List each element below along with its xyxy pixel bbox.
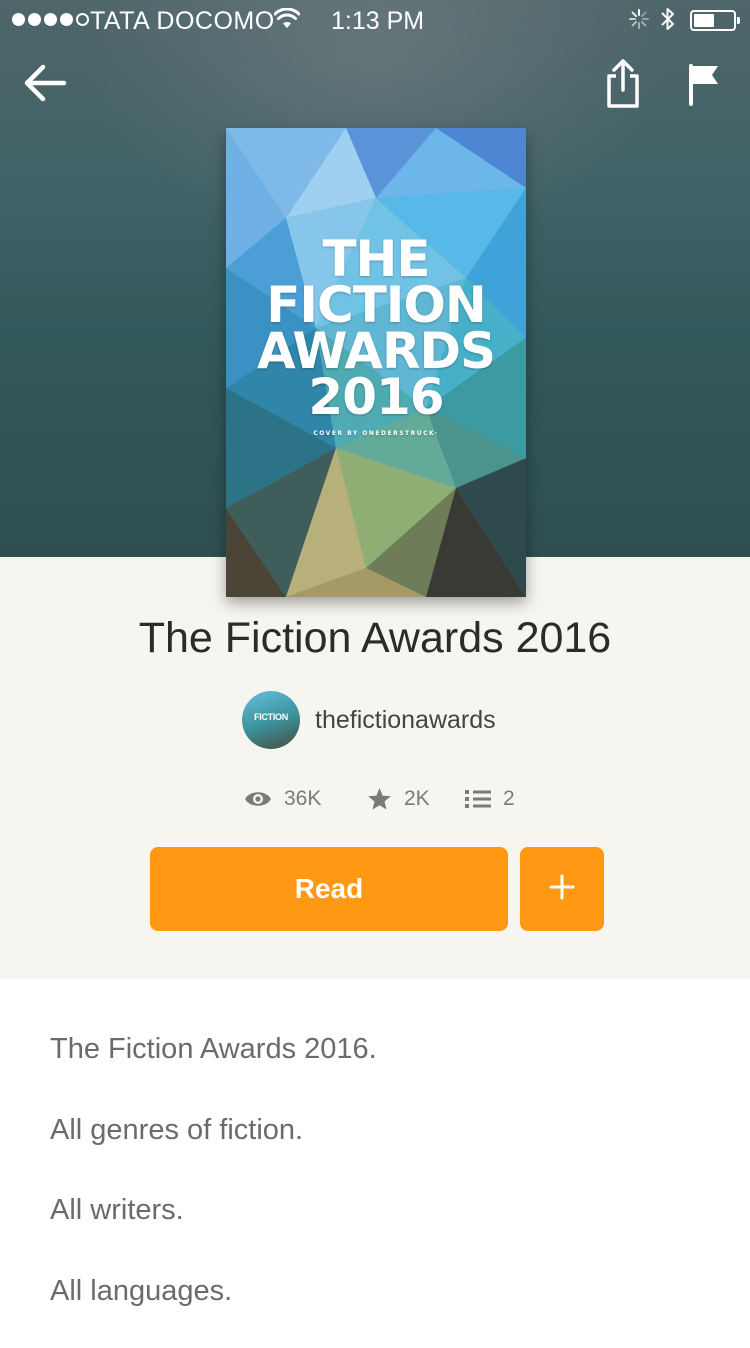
status-bar: TATA DOCOMO 1:13 PM [0, 0, 750, 40]
description-line: All genres of fiction. [50, 1107, 710, 1188]
bluetooth-icon [660, 6, 676, 39]
description-line: The Fiction Awards 2016. [50, 1026, 710, 1107]
cover-credit: COVER BY ONEDERSTRUCK- [226, 430, 526, 438]
story-description: The Fiction Awards 2016. All genres of f… [50, 1026, 710, 1348]
eye-icon [244, 789, 272, 809]
battery-icon [690, 10, 736, 31]
description-line: All writers. [50, 1187, 710, 1268]
cover-title: THE FICTION AWARDS 2016 COVER BY ONEDERS… [226, 236, 526, 438]
avatar[interactable]: FICTION [242, 691, 300, 749]
activity-spinner-icon [628, 8, 650, 37]
read-button[interactable]: Read [150, 847, 508, 931]
add-to-library-button[interactable] [520, 847, 604, 931]
wifi-icon [274, 8, 300, 37]
flag-icon[interactable] [686, 62, 722, 111]
author-name[interactable]: thefictionawards [315, 706, 496, 735]
status-time: 1:13 PM [331, 7, 424, 36]
description-line: All languages. [50, 1268, 710, 1348]
plus-icon [549, 874, 575, 905]
votes-count: 2K [404, 787, 430, 811]
views-stat: 36K [244, 782, 321, 816]
read-button-label: Read [295, 873, 363, 905]
list-icon [465, 789, 491, 809]
votes-stat: 2K [367, 782, 430, 816]
story-stats: 36K 2K 2 [0, 782, 750, 816]
author-link[interactable]: FICTION thefictionawards [242, 690, 496, 750]
star-icon [367, 787, 392, 811]
book-cover[interactable]: THE FICTION AWARDS 2016 COVER BY ONEDERS… [226, 128, 526, 597]
signal-strength-icon [12, 13, 89, 26]
parts-stat: 2 [465, 782, 515, 816]
back-arrow-icon[interactable] [22, 62, 68, 109]
views-count: 36K [284, 787, 321, 811]
parts-count: 2 [503, 787, 515, 811]
book-title: The Fiction Awards 2016 [0, 612, 750, 664]
carrier-name: TATA DOCOMO [90, 7, 275, 36]
share-icon[interactable] [604, 58, 642, 115]
